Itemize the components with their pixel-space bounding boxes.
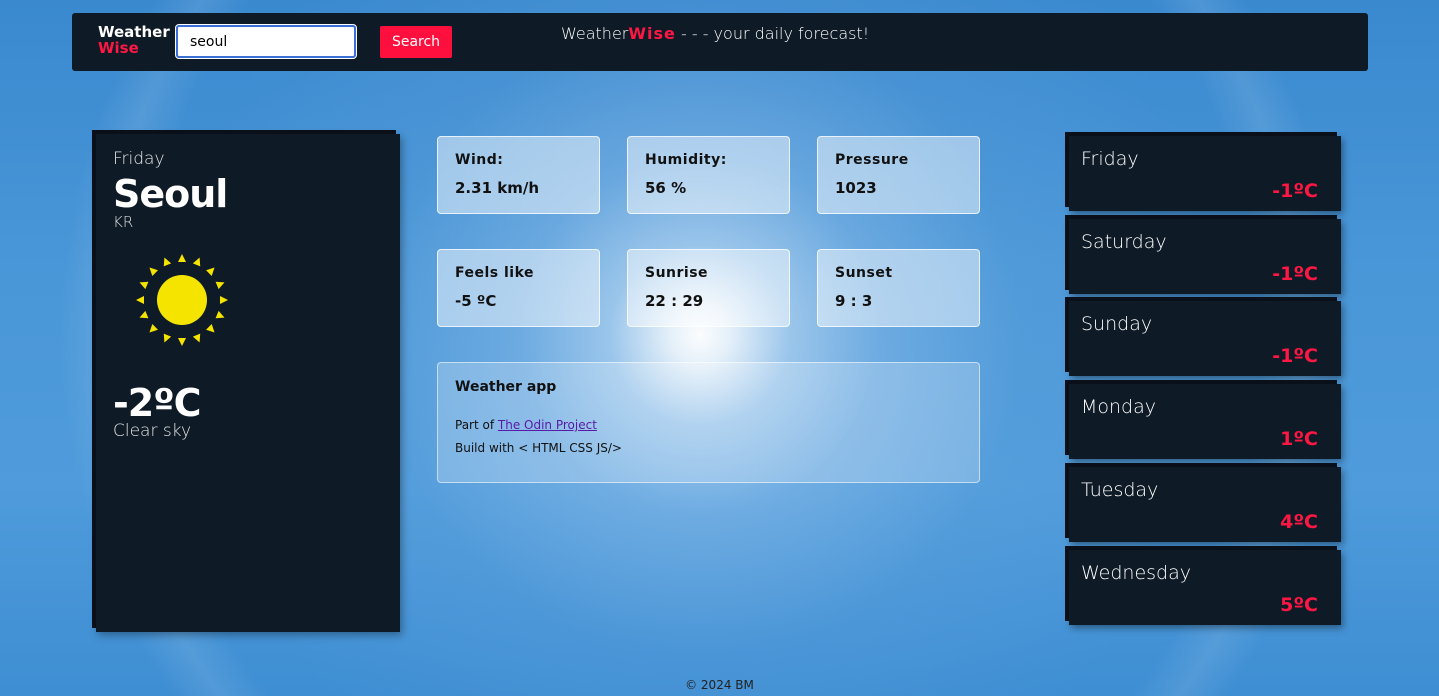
footer: © 2024 BM <box>685 678 754 692</box>
logo: Weather Wise <box>98 24 170 56</box>
forecast-item: Monday 1ºC <box>1069 384 1341 459</box>
forecast-temp: -1ºC <box>1272 345 1318 367</box>
forecast-day: Sunday <box>1081 313 1153 335</box>
sun-icon <box>134 252 230 348</box>
current-country: KR <box>113 213 134 231</box>
stat-value: 1023 <box>835 179 877 197</box>
stat-label: Feels like <box>455 265 535 281</box>
forecast-item: Sunday -1ºC <box>1069 301 1341 376</box>
stat-sunrise: Sunrise 22 : 29 <box>627 249 790 327</box>
stat-sunset: Sunset 9 : 3 <box>817 249 980 327</box>
stat-value: 2.31 km/h <box>455 179 539 197</box>
about-card: Weather app Part of The Odin Project Bui… <box>437 362 980 483</box>
forecast-day: Monday <box>1081 396 1157 418</box>
stat-humidity: Humidity: 56 % <box>627 136 790 214</box>
forecast-day: Tuesday <box>1081 479 1159 501</box>
about-line-1: Part of The Odin Project <box>455 418 597 432</box>
app-header: Weather Wise Search WeatherWise - - - yo… <box>72 13 1368 71</box>
stat-value: 9 : 3 <box>835 292 873 310</box>
stat-wind: Wind: 2.31 km/h <box>437 136 600 214</box>
forecast-temp: -1ºC <box>1272 263 1318 285</box>
forecast-day: Wednesday <box>1081 562 1192 584</box>
current-description: Clear sky <box>113 421 192 441</box>
search-input[interactable] <box>175 24 357 59</box>
about-prefix: Part of <box>455 418 498 432</box>
stat-label: Sunrise <box>645 265 709 281</box>
tagline-brand-a: Weather <box>561 24 629 43</box>
stat-value: 56 % <box>645 179 687 197</box>
current-city: Seoul <box>113 172 228 216</box>
tagline: WeatherWise - - - your daily forecast! <box>561 24 869 43</box>
forecast-item: Tuesday 4ºC <box>1069 467 1341 542</box>
current-weather-card: Friday Seoul KR -2ºC Clear sky <box>96 134 400 632</box>
forecast-temp: 5ºC <box>1280 594 1318 616</box>
tagline-text: - - - your daily forecast! <box>675 24 870 43</box>
forecast-item: Wednesday 5ºC <box>1069 550 1341 625</box>
forecast-item: Friday -1ºC <box>1069 136 1341 211</box>
search-button[interactable]: Search <box>380 26 452 58</box>
forecast-temp: -1ºC <box>1272 180 1318 202</box>
stat-label: Humidity: <box>645 152 727 168</box>
forecast-day: Saturday <box>1081 231 1167 253</box>
stat-value: 22 : 29 <box>645 292 704 310</box>
stat-label: Wind: <box>455 152 504 168</box>
tagline-brand-b: Wise <box>628 24 676 43</box>
forecast-temp: 4ºC <box>1280 511 1318 533</box>
forecast-day: Friday <box>1081 148 1139 170</box>
stat-value: -5 ºC <box>455 292 497 310</box>
logo-line-2: Wise <box>98 39 139 57</box>
current-day: Friday <box>113 149 165 169</box>
stat-feels-like: Feels like -5 ºC <box>437 249 600 327</box>
forecast-item: Saturday -1ºC <box>1069 219 1341 294</box>
odin-project-link[interactable]: The Odin Project <box>498 418 597 432</box>
logo-line-1: Weather <box>98 23 170 41</box>
stat-pressure: Pressure 1023 <box>817 136 980 214</box>
current-temperature: -2ºC <box>113 381 202 425</box>
about-line-2: Build with < HTML CSS JS/> <box>455 441 622 455</box>
forecast-temp: 1ºC <box>1280 428 1318 450</box>
stat-label: Sunset <box>835 265 893 281</box>
about-title: Weather app <box>455 379 557 395</box>
stat-label: Pressure <box>835 152 909 168</box>
